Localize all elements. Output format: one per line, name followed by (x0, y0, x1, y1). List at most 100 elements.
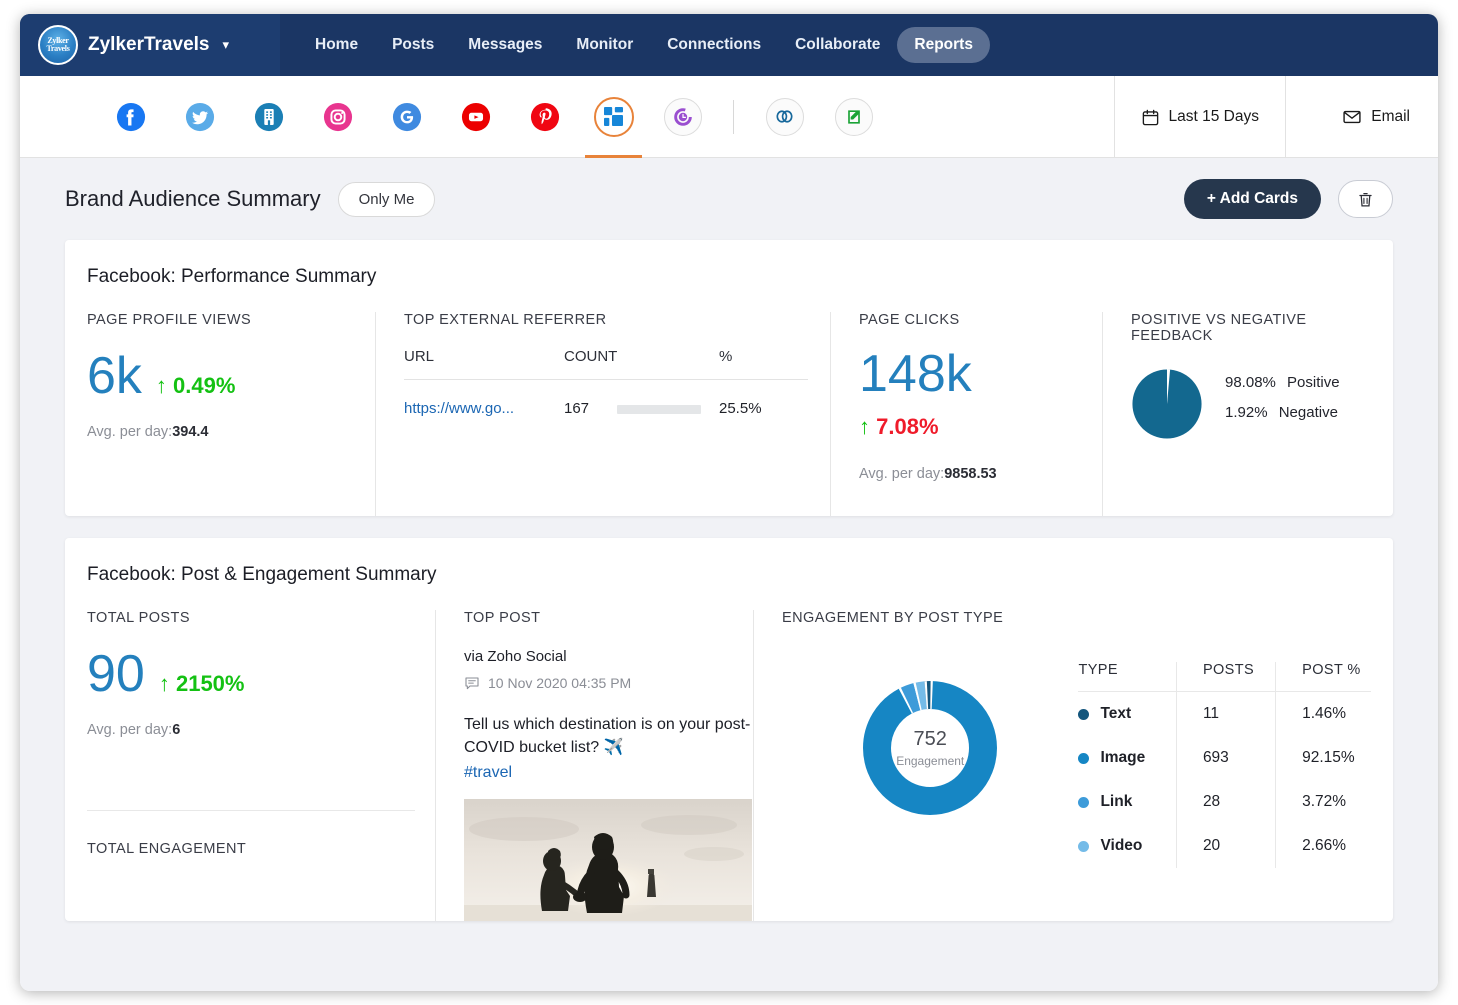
channel-zoho-desk[interactable] (819, 76, 888, 158)
nav-item-messages[interactable]: Messages (451, 27, 559, 63)
instagram-channel-icon (323, 102, 352, 131)
total-posts-delta: 2150% (175, 671, 245, 696)
visibility-badge[interactable]: Only Me (337, 181, 436, 217)
post-type-name-image: Image (1100, 749, 1146, 767)
page-profile-views-delta-arrow: ↑ (155, 373, 167, 398)
channel-scheduled[interactable] (648, 76, 717, 158)
post-type-table-header: TYPE POSTS POST % (1078, 662, 1371, 692)
linkedin-company-channel-icon (254, 102, 283, 131)
nav-item-posts[interactable]: Posts (375, 27, 451, 63)
channel-pinterest[interactable] (510, 76, 579, 158)
facebook-channel-icon (116, 102, 145, 131)
nav-item-home[interactable]: Home (298, 27, 375, 63)
channel-linkedin-company[interactable] (234, 76, 303, 158)
scheduled-ring (663, 97, 702, 136)
logo-line-2: Travels (46, 44, 70, 53)
post-type-pct-video: 2.66% (1275, 824, 1371, 869)
channel-google-business[interactable] (372, 76, 441, 158)
nav-item-reports[interactable]: Reports (897, 27, 990, 63)
referrer-col-pct: % (719, 348, 808, 380)
crm-ring (765, 97, 804, 136)
referrer-table: URL COUNT % https://www.go... 167 25.5% (404, 348, 808, 417)
app-window: Zylker Travels ZylkerTravels ▾ Home Post… (20, 14, 1438, 991)
referrer-table-header: URL COUNT % (404, 348, 808, 380)
referrer-url-link[interactable]: https://www.go... (404, 400, 514, 417)
top-post-image[interactable] (464, 798, 752, 921)
top-post-metric: TOP POST via Zoho Social 10 Nov 2020 04:… (435, 610, 753, 921)
page-title: Brand Audience Summary (65, 186, 321, 211)
nav-item-connections[interactable]: Connections (650, 27, 778, 63)
selected-ring (593, 96, 634, 137)
channel-zoho-crm[interactable] (750, 76, 819, 158)
feedback-label: POSITIVE VS NEGATIVE FEEDBACK (1131, 312, 1307, 344)
feedback-metric: POSITIVE VS NEGATIVE FEEDBACK 98.08% Pos… (1102, 312, 1371, 516)
post-type-name-link: Link (1100, 793, 1133, 811)
calendar-icon (1142, 109, 1158, 125)
date-range-label: Last 15 Days (1168, 108, 1259, 125)
date-range-selector[interactable]: Last 15 Days (1113, 76, 1286, 158)
nav-item-monitor[interactable]: Monitor (559, 27, 650, 63)
dashboard-header: Brand Audience Summary Only Me + Add Car… (65, 158, 1393, 240)
performance-metrics-row: PAGE PROFILE VIEWS 6k ↑ 0.49% Avg. per d… (87, 312, 1371, 516)
chevron-down-icon[interactable]: ▾ (222, 37, 229, 53)
channel-filter-bar: Last 15 Days Email (20, 76, 1438, 158)
page-profile-views-delta: 0.49% (173, 373, 236, 398)
all-channels-grid-icon (604, 107, 623, 126)
top-post-text: Tell us which destination is on your pos… (464, 716, 751, 757)
nav-item-collaborate[interactable]: Collaborate (778, 27, 897, 63)
donut-chart-box: 752 Engagement (782, 652, 1078, 818)
total-posts-value: 90 (87, 645, 145, 703)
brand-switcher[interactable]: Zylker Travels ZylkerTravels ▾ (20, 14, 280, 76)
envelope-icon (1343, 110, 1361, 124)
feedback-positive-pct: 98.08% (1225, 374, 1276, 391)
channel-divider (733, 99, 734, 134)
post-type-col-type: TYPE (1078, 662, 1177, 692)
google-business-channel-icon (392, 102, 421, 131)
post-type-table: TYPE POSTS POST % Text 11 1.46% Image 69… (1078, 662, 1371, 869)
delete-dashboard-button[interactable] (1338, 180, 1393, 218)
page-clicks-delta-arrow: ↑ (859, 414, 870, 439)
referrer-col-count: COUNT (564, 348, 719, 380)
page-clicks-delta: 7.08% (876, 414, 939, 439)
channel-all-grid[interactable] (579, 76, 648, 158)
top-post-source: via Zoho Social (464, 648, 567, 665)
channel-twitter[interactable] (165, 76, 234, 158)
youtube-channel-icon (461, 102, 490, 131)
referrer-count-value: 167 (564, 400, 590, 417)
feedback-positive-label: Positive (1287, 374, 1340, 391)
channel-instagram[interactable] (303, 76, 372, 158)
email-report-button[interactable]: Email (1342, 76, 1410, 158)
channel-facebook[interactable] (96, 76, 165, 158)
page-clicks-label: PAGE CLICKS (859, 312, 960, 328)
total-posts-avg-value: 6 (172, 722, 181, 738)
metric-divider (87, 810, 415, 811)
dashboard-actions: + Add Cards (1183, 179, 1393, 219)
referrer-progress-bar (617, 404, 702, 414)
total-posts-label: TOTAL POSTS (87, 610, 190, 626)
zoho-desk-icon (847, 109, 860, 124)
post-type-pct-link: 3.72% (1275, 780, 1371, 825)
top-navigation-bar: Zylker Travels ZylkerTravels ▾ Home Post… (20, 14, 1438, 76)
zylker-travels-logo: Zylker Travels (38, 25, 78, 65)
post-type-posts-link: 28 (1175, 780, 1276, 825)
total-posts-delta-arrow: ↑ (158, 671, 170, 696)
top-external-referrer-metric: TOP EXTERNAL REFERRER URL COUNT % https:… (375, 312, 830, 516)
donut-center-label: 752 Engagement (860, 678, 1000, 818)
post-type-posts-image: 693 (1175, 736, 1276, 781)
feedback-negative-label: Negative (1278, 404, 1338, 421)
total-posts-metric: TOTAL POSTS 90 ↑ 2150% Avg. per day:6 TO… (87, 610, 435, 921)
zoho-crm-link-icon (776, 110, 793, 123)
trash-icon (1359, 192, 1372, 206)
couple-silhouette-sunset-photo (464, 798, 752, 921)
top-post-label: TOP POST (464, 610, 541, 626)
facebook-post-engagement-summary-card: Facebook: Post & Engagement Summary TOTA… (65, 538, 1393, 921)
top-post-hashtag[interactable]: #travel (464, 764, 512, 781)
referrer-pct-value: 25.5% (719, 400, 762, 417)
legend-dot-image (1078, 752, 1090, 764)
channel-youtube[interactable] (441, 76, 510, 158)
total-engagement-label: TOTAL ENGAGEMENT (87, 841, 247, 857)
engagement-by-post-type-label: ENGAGEMENT BY POST TYPE (782, 610, 1004, 626)
top-post-timestamp: 10 Nov 2020 04:35 PM (488, 675, 632, 691)
add-cards-button[interactable]: + Add Cards (1183, 179, 1321, 219)
engagement-by-post-type-metric: ENGAGEMENT BY POST TYPE 752 Engagement T… (753, 610, 1371, 921)
